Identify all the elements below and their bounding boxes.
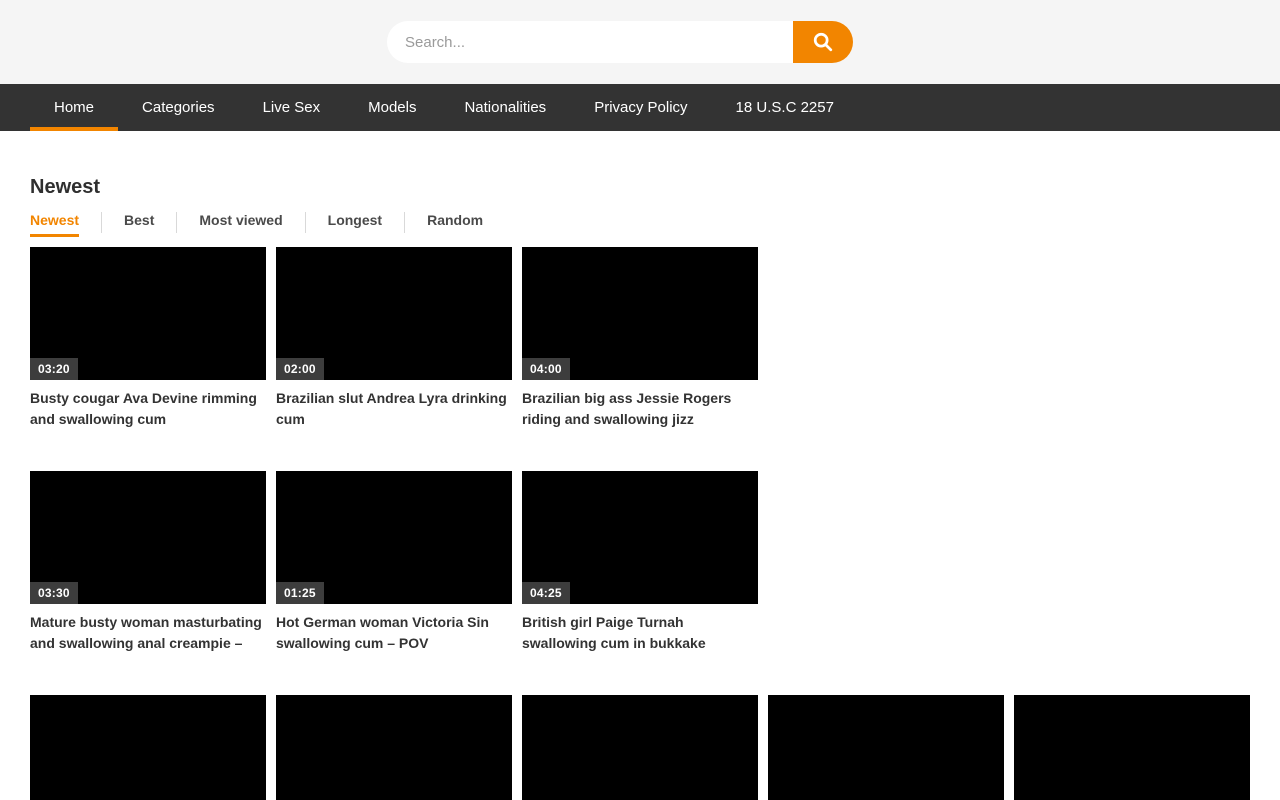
search-button[interactable] [793, 21, 853, 63]
video-card: 03:20 Busty cougar Ava Devine rimming an… [30, 247, 266, 430]
nav-item-18-usc-2257[interactable]: 18 U.S.C 2257 [712, 84, 858, 131]
video-grid: 03:20 Busty cougar Ava Devine rimming an… [30, 247, 758, 695]
duration-badge: 02:00 [276, 358, 324, 380]
video-thumbnail[interactable] [276, 695, 512, 800]
video-title[interactable]: British girl Paige Turnah swallowing cum… [522, 612, 758, 654]
video-thumbnail[interactable]: 04:00 [522, 247, 758, 380]
nav-item-live-sex[interactable]: Live Sex [239, 84, 345, 131]
duration-badge: 01:25 [276, 582, 324, 604]
sort-tabs: Newest Best Most viewed Longest Random [30, 212, 1250, 237]
duration-badge: 03:30 [30, 582, 78, 604]
tab-separator [305, 212, 306, 233]
video-title[interactable]: Brazilian big ass Jessie Rogers riding a… [522, 388, 758, 430]
search-header [0, 0, 1280, 84]
video-thumbnail[interactable]: 04:25 [522, 471, 758, 604]
video-thumbnail[interactable]: 03:20 [30, 247, 266, 380]
search-bar [387, 21, 853, 63]
video-card: 04:00 Brazilian big ass Jessie Rogers ri… [522, 247, 758, 430]
nav-item-nationalities[interactable]: Nationalities [440, 84, 570, 131]
video-thumbnail[interactable]: 03:30 [30, 471, 266, 604]
video-card: 01:25 Hot German woman Victoria Sin swal… [276, 471, 512, 654]
video-thumbnail[interactable] [30, 695, 266, 800]
duration-badge: 04:25 [522, 582, 570, 604]
video-title[interactable]: Mature busty woman masturbating and swal… [30, 612, 266, 654]
nav-item-home[interactable]: Home [30, 84, 118, 131]
more-videos-grid [30, 695, 1250, 800]
tab-longest[interactable]: Longest [328, 212, 382, 237]
nav-item-privacy-policy[interactable]: Privacy Policy [570, 84, 711, 131]
nav-item-categories[interactable]: Categories [118, 84, 239, 131]
video-thumbnail[interactable] [522, 695, 758, 800]
tab-separator [101, 212, 102, 233]
video-thumbnail[interactable] [1014, 695, 1250, 800]
video-thumbnail[interactable] [768, 695, 1004, 800]
tab-random[interactable]: Random [427, 212, 483, 237]
tab-most-viewed[interactable]: Most viewed [199, 212, 282, 237]
video-title[interactable]: Busty cougar Ava Devine rimming and swal… [30, 388, 266, 430]
search-icon [812, 31, 834, 53]
page-title: Newest [30, 176, 1250, 199]
tab-best[interactable]: Best [124, 212, 154, 237]
tab-newest[interactable]: Newest [30, 212, 79, 237]
tab-separator [404, 212, 405, 233]
tab-separator [176, 212, 177, 233]
duration-badge: 03:20 [30, 358, 78, 380]
video-title[interactable]: Hot German woman Victoria Sin swallowing… [276, 612, 512, 654]
nav-item-models[interactable]: Models [344, 84, 440, 131]
video-thumbnail[interactable]: 02:00 [276, 247, 512, 380]
main-content: Newest Newest Best Most viewed Longest R… [0, 176, 1280, 800]
video-card: 04:25 British girl Paige Turnah swallowi… [522, 471, 758, 654]
video-card: 03:30 Mature busty woman masturbating an… [30, 471, 266, 654]
video-thumbnail[interactable]: 01:25 [276, 471, 512, 604]
video-title[interactable]: Brazilian slut Andrea Lyra drinking cum [276, 388, 512, 430]
video-card: 02:00 Brazilian slut Andrea Lyra drinkin… [276, 247, 512, 430]
search-input[interactable] [387, 21, 793, 63]
duration-badge: 04:00 [522, 358, 570, 380]
main-nav: Home Categories Live Sex Models National… [0, 84, 1280, 131]
